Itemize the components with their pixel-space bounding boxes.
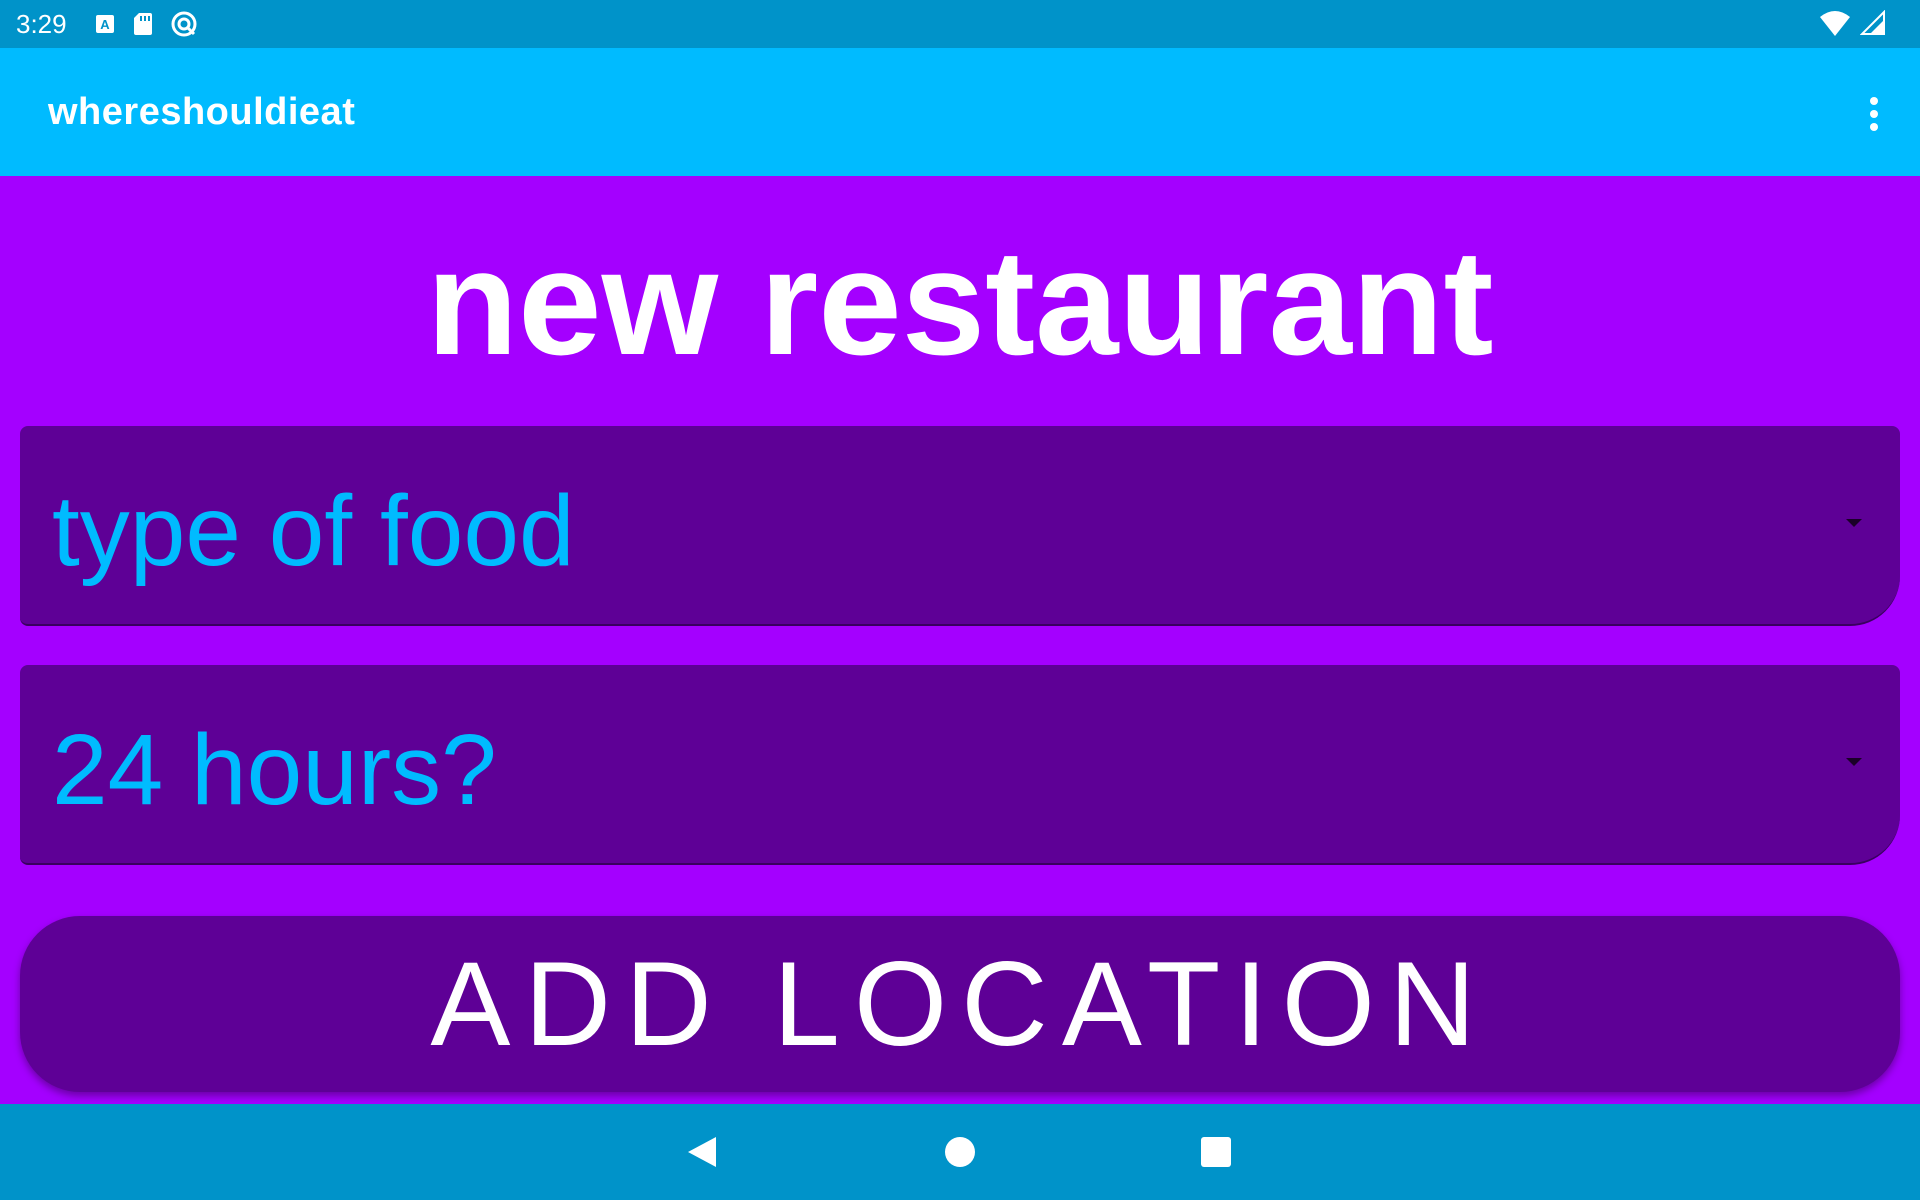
recents-icon[interactable]: [1192, 1128, 1240, 1176]
cellular-signal-icon: [1859, 9, 1886, 41]
hours-dropdown[interactable]: 24 hours?: [20, 665, 1900, 865]
food-type-dropdown[interactable]: type of food: [20, 426, 1900, 626]
app-bar: whereshouldieat: [0, 48, 1920, 176]
status-time: 3:29: [16, 9, 67, 39]
hours-value: 24 hours?: [52, 714, 497, 826]
sd-card-icon: [132, 12, 154, 41]
food-type-value: type of food: [52, 475, 575, 587]
do-not-disturb-icon: [170, 10, 198, 43]
home-icon[interactable]: [936, 1128, 984, 1176]
status-icons-left: A: [94, 10, 198, 43]
svg-text:A: A: [100, 17, 110, 32]
navigation-bar: [0, 1104, 1920, 1200]
status-icons-right: [1820, 9, 1886, 41]
back-icon[interactable]: [678, 1128, 726, 1176]
dropdown-arrow-icon: [1846, 758, 1862, 766]
add-location-button[interactable]: ADD LOCATION: [20, 916, 1900, 1092]
text-format-icon: A: [94, 13, 116, 40]
status-bar: 3:29 A: [0, 0, 1920, 48]
app-title: whereshouldieat: [48, 91, 356, 133]
more-vert-icon[interactable]: [1850, 90, 1898, 138]
add-location-label: ADD LOCATION: [430, 937, 1490, 1071]
dropdown-arrow-icon: [1846, 519, 1862, 527]
page-title: new restaurant: [426, 218, 1494, 386]
wifi-icon: [1820, 10, 1850, 41]
main-content: new restaurant type of food 24 hours? AD…: [0, 176, 1920, 1104]
